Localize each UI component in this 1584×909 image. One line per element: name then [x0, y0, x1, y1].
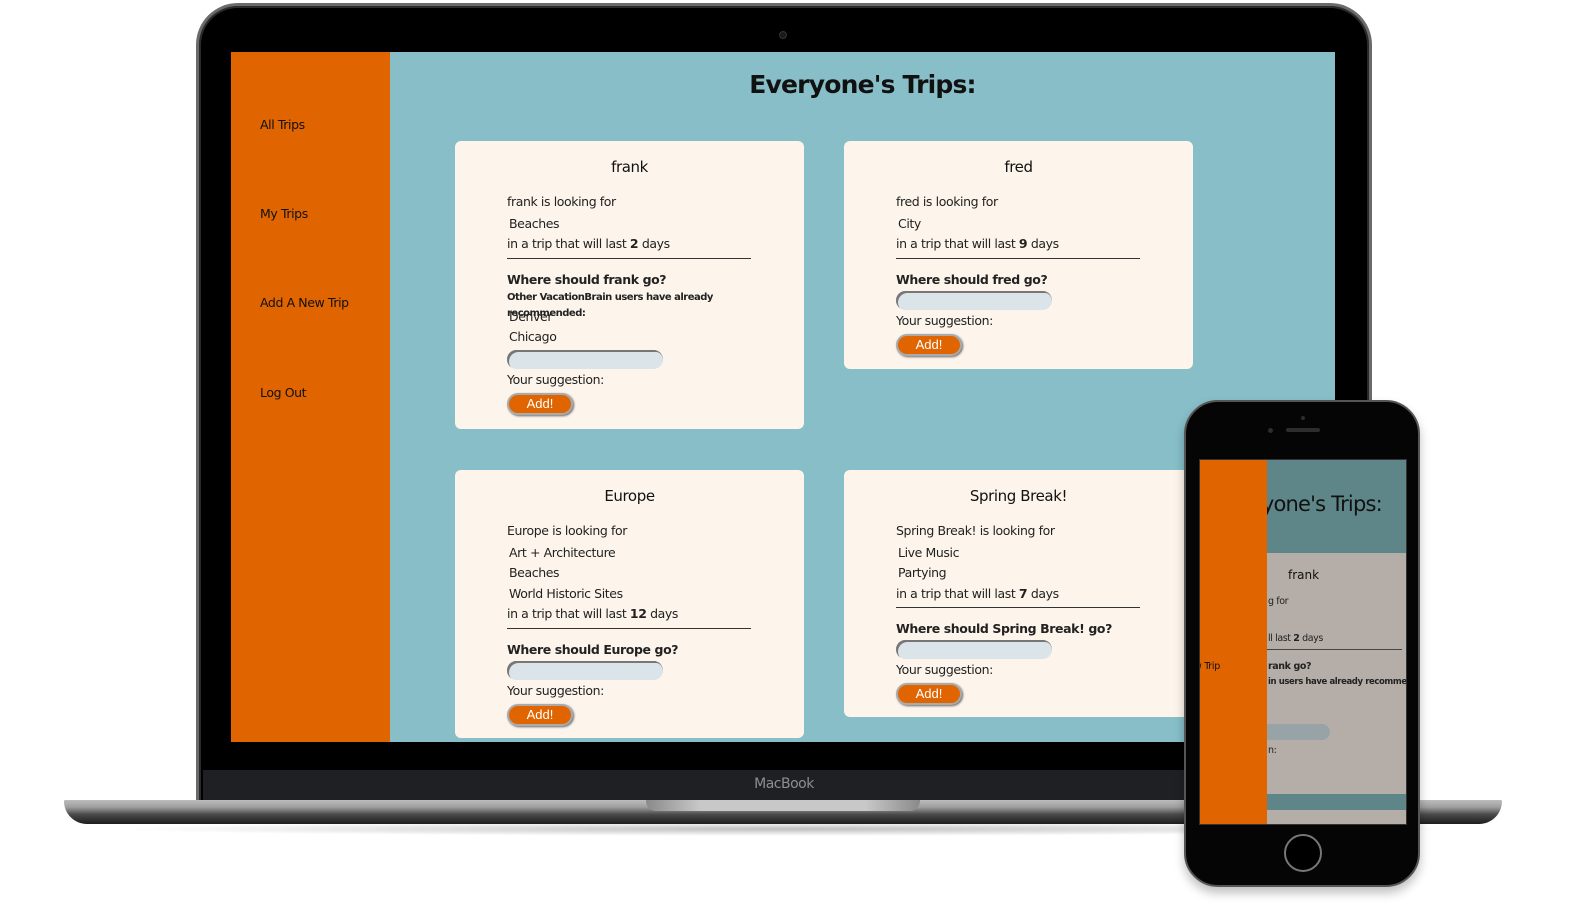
add-suggestion-button[interactable]: Add! — [507, 703, 573, 726]
interest-item: World Historic Sites — [509, 585, 623, 601]
looking-for-text: fred is looking for — [896, 194, 998, 209]
sidebar: All Trips My Trips Add A New Trip Log Ou… — [231, 52, 390, 742]
phone-recommended-label: in users have already recommended: — [1268, 677, 1407, 687]
suggestion-input[interactable] — [896, 290, 1052, 310]
phone-sidebar-item-add-new-trip[interactable]: w Trip — [1200, 661, 1220, 672]
phone-duration-suffix: days — [1302, 633, 1323, 644]
suggestion-input[interactable] — [507, 349, 663, 369]
duration-suffix: days — [641, 236, 670, 251]
phone-screen: ryone's Trips: frank g for ll last 2 day… — [1199, 459, 1407, 825]
phone-divider — [1266, 649, 1402, 650]
phone-suggestion-label: n: — [1268, 745, 1277, 756]
duration-days: 9 — [1018, 236, 1028, 251]
where-prompt: Where should fred go? — [896, 271, 1048, 287]
interest-item: Partying — [898, 565, 947, 580]
phone-frame: ryone's Trips: frank g for ll last 2 day… — [1184, 400, 1420, 887]
phone-duration-days: 2 — [1293, 633, 1300, 644]
trip-card-title: Europe — [604, 487, 655, 505]
add-suggestion-button[interactable]: Add! — [507, 392, 573, 415]
phone-sidebar: w Trip — [1200, 460, 1267, 824]
laptop-screen: All Trips My Trips Add A New Trip Log Ou… — [231, 52, 1335, 742]
suggestion-label: Your suggestion: — [507, 371, 604, 387]
phone-trip-card-title: frank — [1288, 568, 1320, 582]
duration-prefix: in a trip that will last — [896, 585, 1016, 601]
add-suggestion-button[interactable]: Add! — [896, 683, 962, 705]
suggestion-input[interactable] — [896, 640, 1052, 659]
phone-suggestion-input[interactable] — [1260, 724, 1330, 740]
divider — [896, 257, 1140, 259]
duration-prefix: in a trip that will last — [507, 606, 627, 621]
duration-suffix: days — [1030, 236, 1059, 251]
interest-item: City — [898, 215, 921, 231]
recommendation-item: Chicago — [509, 329, 557, 344]
phone-speaker-icon — [1286, 428, 1320, 432]
laptop-hinge-notch — [646, 800, 920, 811]
interest-item: Beaches — [509, 565, 560, 580]
duration-suffix: days — [1030, 585, 1059, 601]
duration-prefix: in a trip that will last — [507, 236, 627, 251]
trip-card-fred: fred fred is looking for City in a trip … — [844, 141, 1193, 369]
duration-days: 7 — [1018, 585, 1028, 601]
duration-suffix: days — [650, 606, 679, 621]
trip-card-title: fred — [1004, 158, 1033, 176]
trip-duration: in a trip that will last 2 days — [507, 235, 751, 257]
phone-sensor-icon — [1301, 416, 1305, 420]
duration-days: 12 — [629, 606, 647, 621]
phone-where-prompt: rank go? — [1268, 661, 1312, 672]
suggestion-label: Your suggestion: — [507, 682, 604, 698]
divider — [507, 627, 751, 629]
trip-card-title: Spring Break! — [969, 487, 1068, 505]
phone-camera-icon — [1268, 428, 1273, 433]
recommended-label: Other VacationBrain users have already r… — [507, 291, 713, 319]
looking-for-text: Europe is looking for — [507, 523, 627, 538]
trip-card-title: frank — [611, 158, 648, 176]
page-title: Everyone's Trips: — [749, 70, 976, 99]
recommendation-item: Denver — [509, 308, 553, 324]
looking-for-text: frank is looking for — [507, 194, 616, 209]
interest-item: Art + Architecture — [509, 544, 616, 560]
phone-home-button[interactable] — [1284, 834, 1322, 872]
sidebar-item-my-trips[interactable]: My Trips — [260, 206, 308, 221]
interest-item: Live Music — [898, 544, 960, 560]
phone-trip-duration: ll last 2 days — [1268, 633, 1323, 644]
add-suggestion-button[interactable]: Add! — [896, 333, 962, 356]
sidebar-item-add-new-trip[interactable]: Add A New Trip — [260, 295, 349, 310]
trip-duration: in a trip that will last 9 days — [896, 235, 1140, 257]
duration-prefix: in a trip that will last — [896, 236, 1016, 251]
looking-for-text: Spring Break! is looking for — [896, 523, 1055, 538]
phone-looking-for-text: g for — [1268, 596, 1289, 607]
trip-duration: in a trip that will last 12 days — [507, 605, 751, 627]
interest-item: Beaches — [509, 215, 560, 231]
trip-duration: in a trip that will last 7 days — [896, 585, 1140, 607]
webcam-icon — [779, 31, 787, 39]
suggestion-input[interactable] — [507, 660, 663, 680]
trip-card-europe: Europe Europe is looking for Art + Archi… — [455, 470, 804, 738]
suggestion-label: Your suggestion: — [896, 312, 993, 328]
where-prompt: Where should Spring Break! go? — [896, 621, 1112, 636]
divider — [507, 257, 751, 259]
sidebar-item-all-trips[interactable]: All Trips — [260, 117, 305, 132]
phone-duration-prefix: ll last — [1268, 633, 1291, 644]
where-prompt: Where should frank go? — [507, 271, 667, 287]
phone-page-title: ryone's Trips: — [1254, 492, 1383, 516]
divider — [896, 607, 1140, 608]
trip-card-frank: frank frank is looking for Beaches in a … — [455, 141, 804, 429]
suggestion-label: Your suggestion: — [896, 662, 993, 677]
sidebar-item-log-out[interactable]: Log Out — [260, 385, 307, 400]
where-prompt: Where should Europe go? — [507, 641, 679, 657]
duration-days: 2 — [629, 236, 639, 251]
trip-card-spring-break: Spring Break! Spring Break! is looking f… — [844, 470, 1193, 717]
